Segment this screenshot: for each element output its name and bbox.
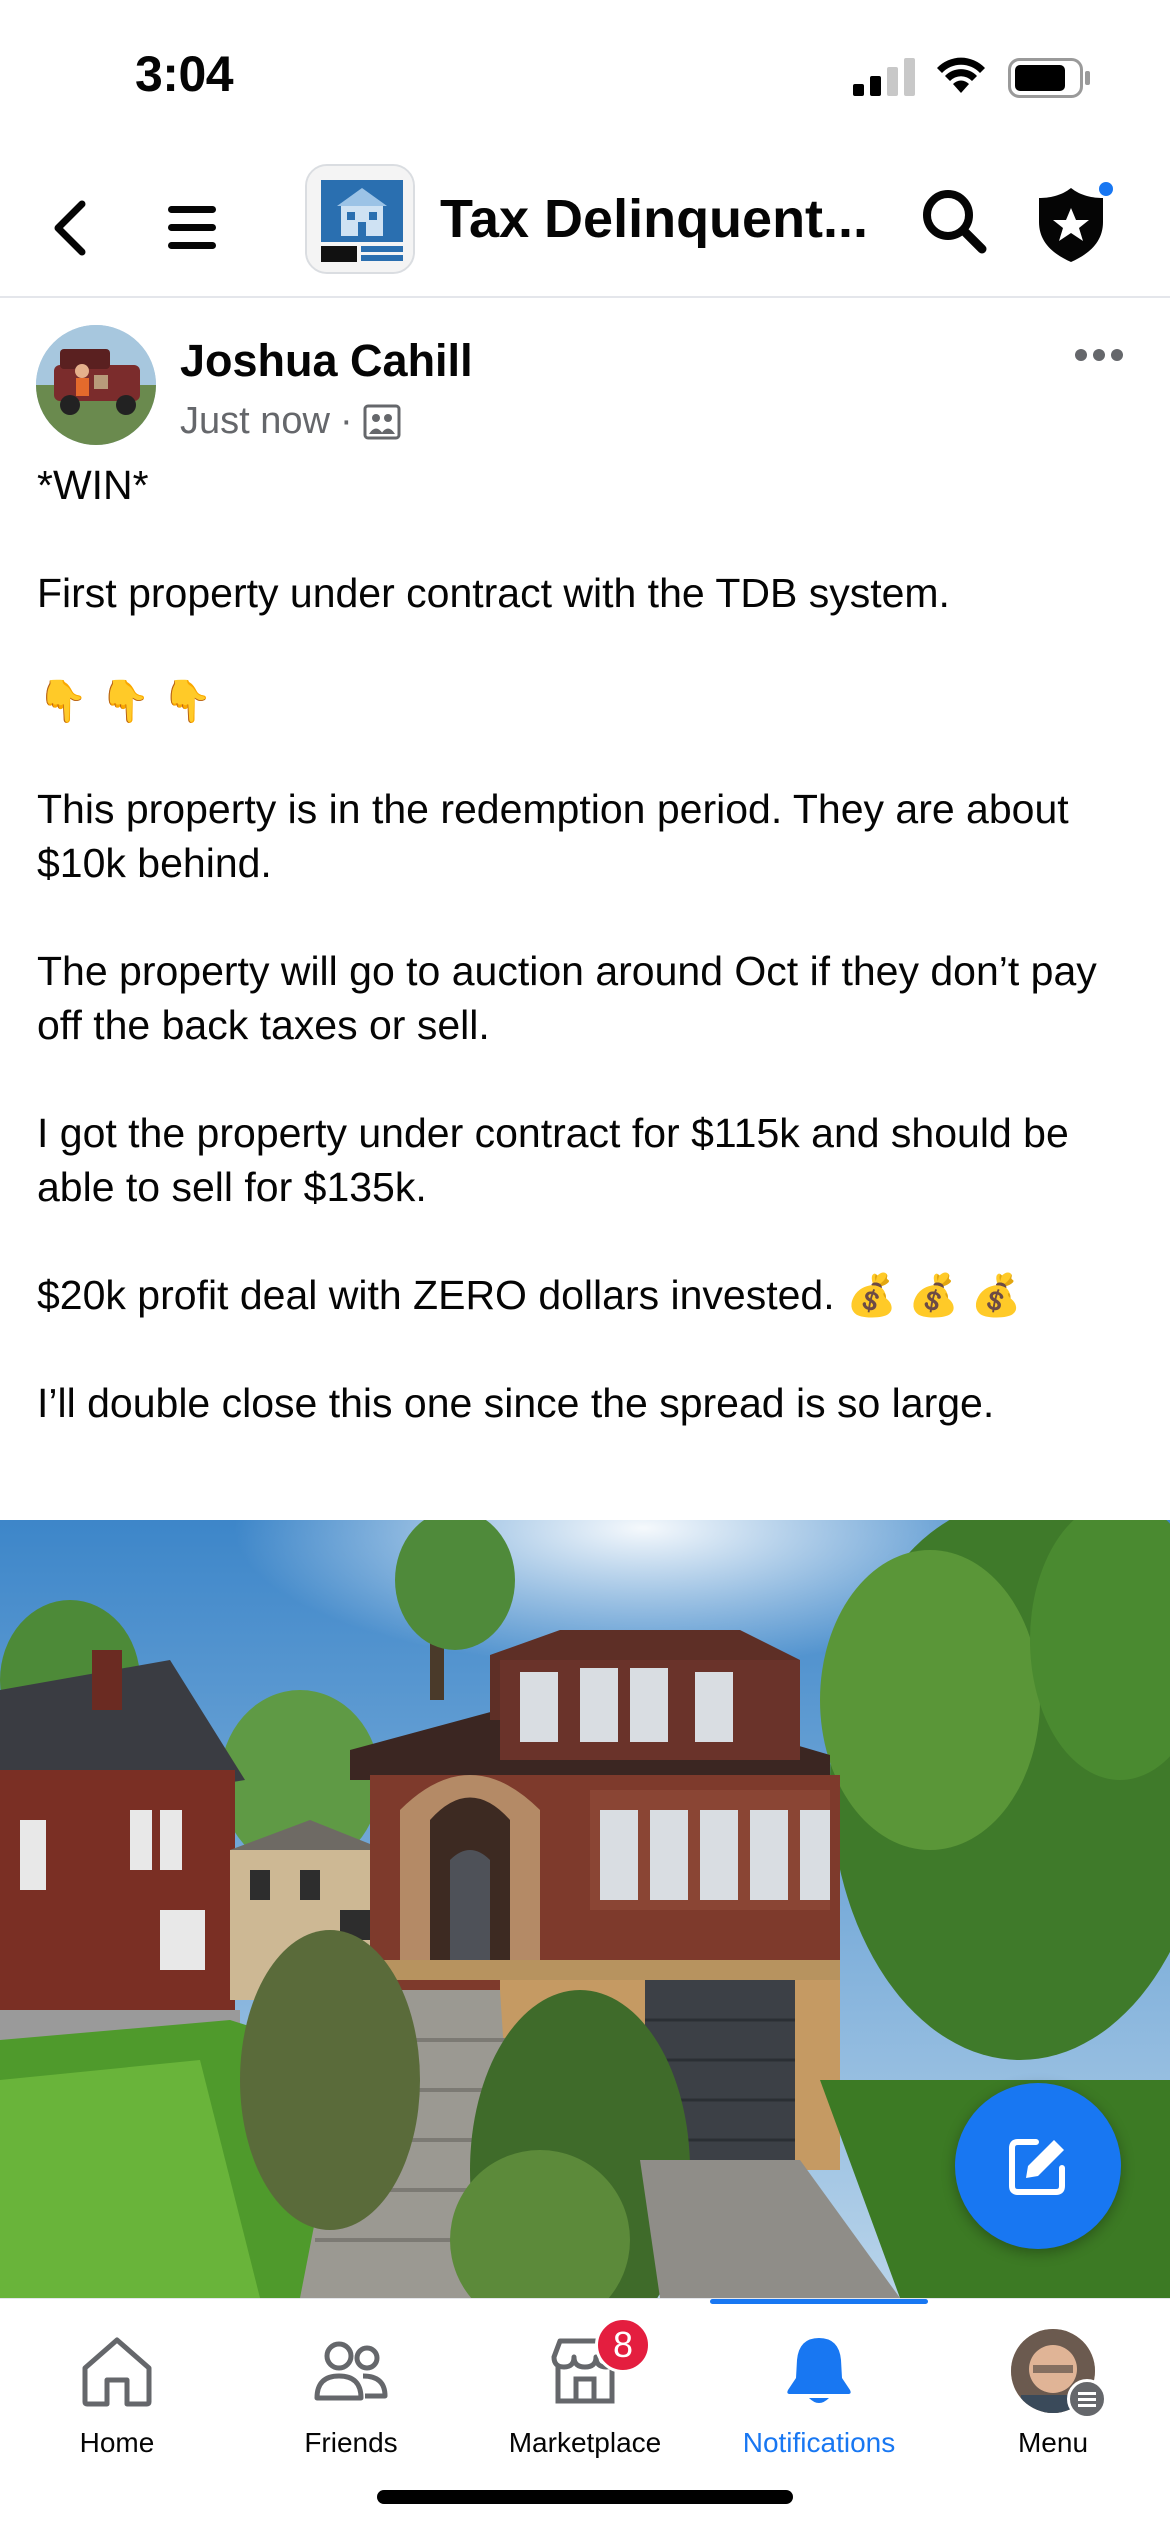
- tab-label: Notifications: [742, 2427, 896, 2458]
- group-menu-button[interactable]: [160, 190, 224, 266]
- top-nav: Tax Delinquent...: [0, 160, 1170, 298]
- shield-star-icon: [1039, 188, 1103, 262]
- home-icon: [82, 2337, 152, 2407]
- friends-icon: [314, 2341, 388, 2401]
- post-paragraph: *WIN*: [37, 462, 149, 508]
- group-logo[interactable]: [305, 164, 415, 274]
- more-dot: [1075, 349, 1087, 361]
- compose-post-button[interactable]: [955, 2083, 1121, 2249]
- tab-marketplace[interactable]: 8 Marketplace: [468, 2299, 702, 2479]
- battery-icon: [1008, 58, 1090, 98]
- tab-friends[interactable]: Friends: [234, 2299, 468, 2479]
- post-paragraph: I got the property under contract for $1…: [37, 1110, 1069, 1210]
- compose-icon: [1009, 2139, 1065, 2195]
- post-paragraph: The property will go to auction around O…: [37, 948, 1097, 1048]
- tab-label: Friends: [304, 2427, 398, 2458]
- admin-tools-button[interactable]: [1035, 180, 1115, 264]
- more-dot: [1093, 349, 1105, 361]
- author-name[interactable]: Joshua Cahill: [180, 335, 473, 387]
- tab-label: Menu: [1017, 2427, 1089, 2458]
- group-logo-image: [307, 166, 413, 272]
- search-button[interactable]: [918, 185, 990, 257]
- post-paragraph: This property is in the redemption perio…: [37, 786, 1069, 886]
- cellular-signal-icon: [853, 58, 915, 96]
- post-more-button[interactable]: [1075, 340, 1135, 370]
- post-paragraph: 👇 👇 👇: [37, 678, 213, 724]
- post-paragraph: $20k profit deal with ZERO dollars inves…: [37, 1272, 1022, 1318]
- post-paragraph: I’ll double close this one since the spr…: [37, 1380, 995, 1426]
- notification-dot: [1097, 180, 1115, 198]
- tab-notifications[interactable]: Notifications: [702, 2299, 936, 2479]
- chevron-left-icon: [54, 200, 86, 256]
- author-avatar-image: [36, 325, 156, 445]
- tab-home[interactable]: Home: [0, 2299, 234, 2479]
- post-meta: Just now ·: [180, 400, 401, 443]
- post-paragraph: First property under contract with the T…: [37, 570, 950, 616]
- menu-lines-icon: [1067, 2379, 1107, 2419]
- post-time[interactable]: Just now: [180, 400, 330, 443]
- tab-menu[interactable]: Menu: [936, 2299, 1170, 2479]
- status-bar: 3:04: [0, 0, 1170, 150]
- marketplace-badge: 8: [595, 2317, 651, 2373]
- tab-label: Marketplace: [508, 2427, 662, 2458]
- search-icon: [923, 190, 987, 254]
- status-time: 3:04: [135, 46, 234, 102]
- more-dot: [1111, 349, 1123, 361]
- group-title[interactable]: Tax Delinquent...: [440, 188, 868, 250]
- author-avatar[interactable]: [36, 325, 156, 445]
- meta-separator: ·: [339, 400, 353, 442]
- bell-icon: [787, 2338, 851, 2403]
- hamburger-icon: [168, 206, 216, 249]
- home-indicator: [377, 2490, 793, 2504]
- back-button[interactable]: [45, 190, 95, 266]
- wifi-icon: [937, 57, 985, 93]
- tab-label: Home: [79, 2427, 155, 2458]
- post-body: *WIN* First property under contract with…: [37, 458, 1137, 1484]
- group-audience-icon: [363, 404, 401, 439]
